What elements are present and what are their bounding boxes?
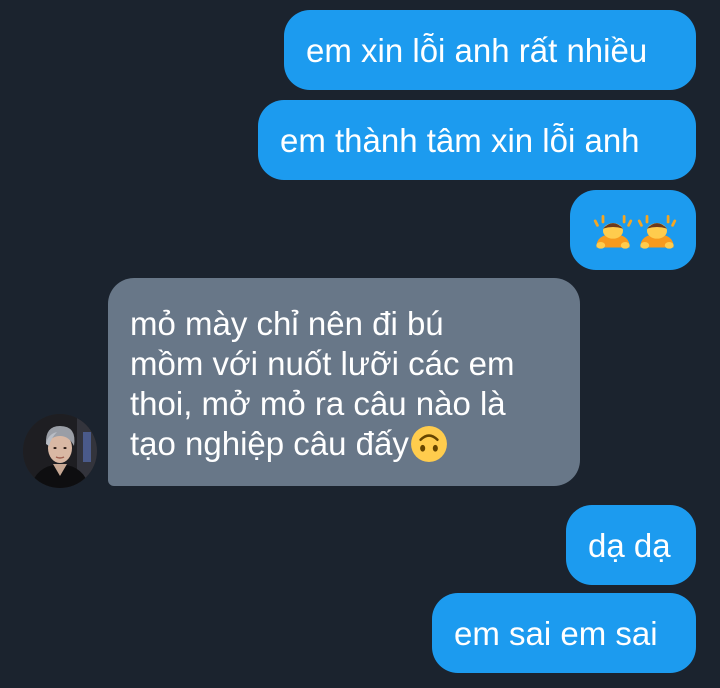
message-text-line: mỏ mày chỉ nên đi bú [130, 305, 444, 342]
message-text-line: mồm với nuốt lưỡi các em [130, 345, 515, 382]
outgoing-message-bubble[interactable]: em thành tâm xin lỗi anh [258, 100, 696, 180]
message-text: em sai em sai [454, 615, 658, 652]
outgoing-message-bubble[interactable]: em xin lỗi anh rất nhiều [284, 10, 696, 90]
upside-down-face-icon [410, 426, 447, 462]
outgoing-emoji-message-bubble[interactable] [570, 190, 696, 270]
message-text-line: tạo nghiệp câu đấy [130, 425, 409, 462]
avatar-photo-icon [23, 414, 97, 488]
message-text-line-last: tạo nghiệp câu đấy [130, 424, 560, 464]
message-text-line: thoi, mở mỏ ra câu nào là [130, 385, 506, 422]
contact-avatar[interactable] [23, 414, 97, 488]
message-text: dạ dạ [588, 527, 671, 564]
outgoing-message-bubble[interactable]: dạ dạ [566, 505, 696, 585]
outgoing-message-bubble[interactable]: em sai em sai [432, 593, 696, 673]
message-text: em xin lỗi anh rất nhiều [306, 32, 648, 69]
message-text: em thành tâm xin lỗi anh [280, 122, 640, 159]
person-bowing-icon [637, 215, 677, 249]
incoming-message-bubble[interactable]: mỏ mày chỉ nên đi bú mồm với nuốt lưỡi c… [108, 278, 580, 486]
person-bowing-icon [593, 215, 633, 249]
chat-screen: { "messages": { "m1": { "text": "em xin … [0, 0, 720, 688]
